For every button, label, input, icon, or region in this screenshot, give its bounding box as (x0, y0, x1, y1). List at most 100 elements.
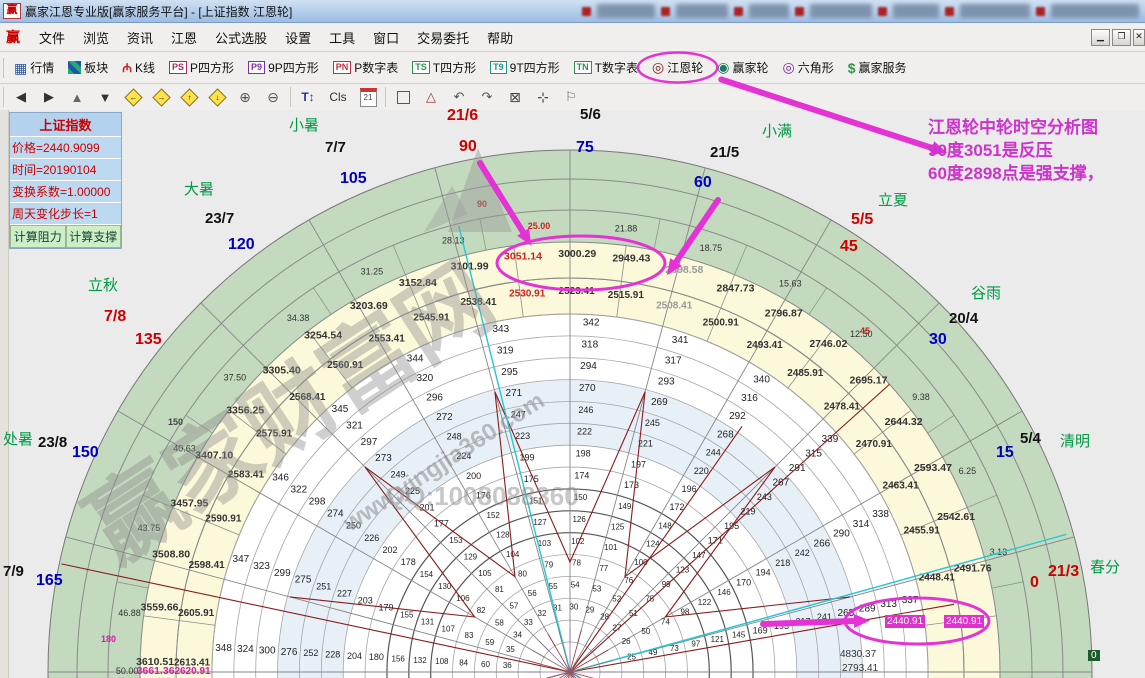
spiral-number: 73 (670, 644, 679, 653)
spiral-number: 80 (518, 570, 527, 579)
spiral-number: 317 (665, 356, 682, 367)
spiral-number: 318 (582, 339, 599, 350)
wheel-outer-label: 0 (1030, 574, 1039, 592)
spiral-number: 77 (599, 564, 608, 573)
degree-ring-value: 34.38 (287, 313, 310, 323)
price-ring-outer-value: 2898.58 (665, 264, 703, 276)
spiral-number: 348 (215, 643, 232, 654)
spiral-number: 319 (497, 345, 514, 356)
spiral-number: 292 (729, 411, 746, 422)
degree-ring-value: 21.88 (615, 224, 638, 234)
spiral-number: 107 (442, 624, 456, 633)
wheel-outer-label: 小暑 (289, 114, 319, 135)
spiral-number: 269 (651, 397, 668, 408)
spiral-number: 35 (506, 645, 515, 654)
wheel-outer-label: 21/5 (710, 144, 739, 161)
spiral-number: 79 (544, 561, 553, 570)
instrument-panel: 上证指数 价格=2440.9099时间=20190104变换系数=1.00000… (9, 112, 122, 249)
spiral-number: 149 (618, 502, 632, 511)
spiral-number: 217 (795, 617, 810, 627)
spiral-number: 32 (538, 609, 547, 618)
wheel-extra-value: 4830.37 (840, 649, 876, 660)
degree-ring-value: 6.25 (959, 466, 977, 476)
price-ring-outer-value: 3661.36 (137, 665, 175, 677)
spiral-number: 314 (853, 519, 870, 530)
spiral-number: 299 (274, 568, 291, 579)
spiral-number: 103 (538, 539, 552, 548)
wheel-outer-label: 75 (576, 139, 594, 157)
spiral-number: 81 (495, 585, 504, 594)
spiral-number: 337 (902, 595, 919, 606)
spiral-number: 275 (295, 575, 312, 586)
wheel-outer-label: 23/8 (38, 434, 67, 451)
spiral-number: 290 (833, 529, 850, 540)
spiral-number: 54 (571, 580, 580, 589)
wheel-outer-label: 立夏 (878, 189, 908, 210)
spiral-number: 152 (487, 511, 501, 520)
wheel-outer-label: 60 (694, 174, 712, 192)
degree-ring-value: 37.50 (224, 373, 247, 383)
spiral-number: 296 (426, 393, 443, 404)
price-ring-inner-value: 2493.41 (747, 340, 784, 351)
spiral-number: 246 (578, 405, 593, 415)
spiral-number: 74 (661, 617, 670, 626)
price-ring-inner-value: 2500.91 (703, 317, 740, 328)
wheel-extra-value: 2793.41 (842, 663, 878, 674)
spiral-number: 51 (629, 609, 638, 618)
spiral-number: 127 (533, 518, 547, 527)
spiral-number: 300 (259, 645, 276, 656)
spiral-number: 228 (325, 649, 340, 659)
wheel-outer-label: 105 (340, 170, 367, 188)
degree-ring-value: 9.38 (912, 392, 930, 402)
highlighted-price-cell: 2440.91 (944, 615, 984, 628)
spiral-number: 131 (421, 617, 435, 626)
spiral-number: 222 (577, 427, 592, 437)
price-ring-outer-value: 2746.02 (809, 338, 847, 350)
spiral-number: 170 (736, 577, 751, 587)
price-ring-outer-value: 2644.32 (885, 416, 923, 428)
price-ring-inner-value: 2530.91 (509, 288, 546, 299)
band-degree-label: 45 (860, 326, 870, 336)
wheel-outer-label: 谷雨 (971, 282, 1001, 303)
wheel-outer-label: 21/3 (1048, 563, 1079, 581)
wheel-outer-label: 21/6 (447, 107, 478, 125)
calc-support-button[interactable]: 计算支撑 (66, 225, 122, 248)
spiral-number: 220 (694, 466, 709, 476)
wheel-outer-label: 30 (929, 331, 947, 349)
spiral-number: 313 (880, 599, 897, 610)
spiral-number: 132 (413, 656, 427, 665)
spiral-number: 196 (682, 484, 697, 494)
price-ring-inner-value: 2478.41 (824, 401, 861, 412)
price-ring-outer-value: 3051.14 (504, 251, 542, 263)
spiral-number: 145 (732, 631, 746, 640)
panel-row-3: 周天变化步长=1 (10, 203, 121, 225)
price-ring-outer-value: 2542.61 (937, 511, 975, 523)
spiral-number: 245 (645, 418, 660, 428)
annotation-line: 江恩轮中轮时空分析图 (928, 116, 1104, 139)
spiral-number: 324 (237, 644, 254, 655)
degree-ring-value: 25.00 (528, 221, 551, 231)
wheel-outer-label: 7/7 (325, 139, 346, 156)
spiral-number: 124 (646, 540, 660, 549)
spiral-number: 60 (481, 660, 490, 669)
panel-row-2: 变换系数=1.00000 (10, 181, 121, 203)
watermark-qq: QQ:1008088360 (385, 481, 579, 511)
degree-ring-value: 15.63 (779, 279, 802, 289)
spiral-number: 97 (691, 639, 700, 648)
spiral-number: 58 (495, 618, 504, 627)
spiral-number: 78 (572, 559, 581, 568)
calc-resistance-button[interactable]: 计算阻力 (10, 225, 66, 248)
price-ring-inner-value: 2485.91 (787, 368, 824, 379)
spiral-number: 294 (580, 361, 597, 372)
spiral-number: 101 (604, 543, 618, 552)
wheel-outer-label: 5/5 (851, 211, 873, 229)
spiral-number: 242 (795, 548, 810, 558)
gann-wheel-svg: 3.136.259.3812.5015.6318.7521.8825.0028.… (0, 0, 1145, 678)
spiral-number: 83 (465, 631, 474, 640)
spiral-number: 226 (364, 533, 379, 543)
spiral-number: 298 (309, 497, 326, 508)
spiral-number: 53 (592, 585, 601, 594)
spiral-number: 204 (347, 651, 362, 661)
spiral-number: 193 (774, 621, 789, 631)
wheel-outer-label: 150 (72, 444, 99, 462)
